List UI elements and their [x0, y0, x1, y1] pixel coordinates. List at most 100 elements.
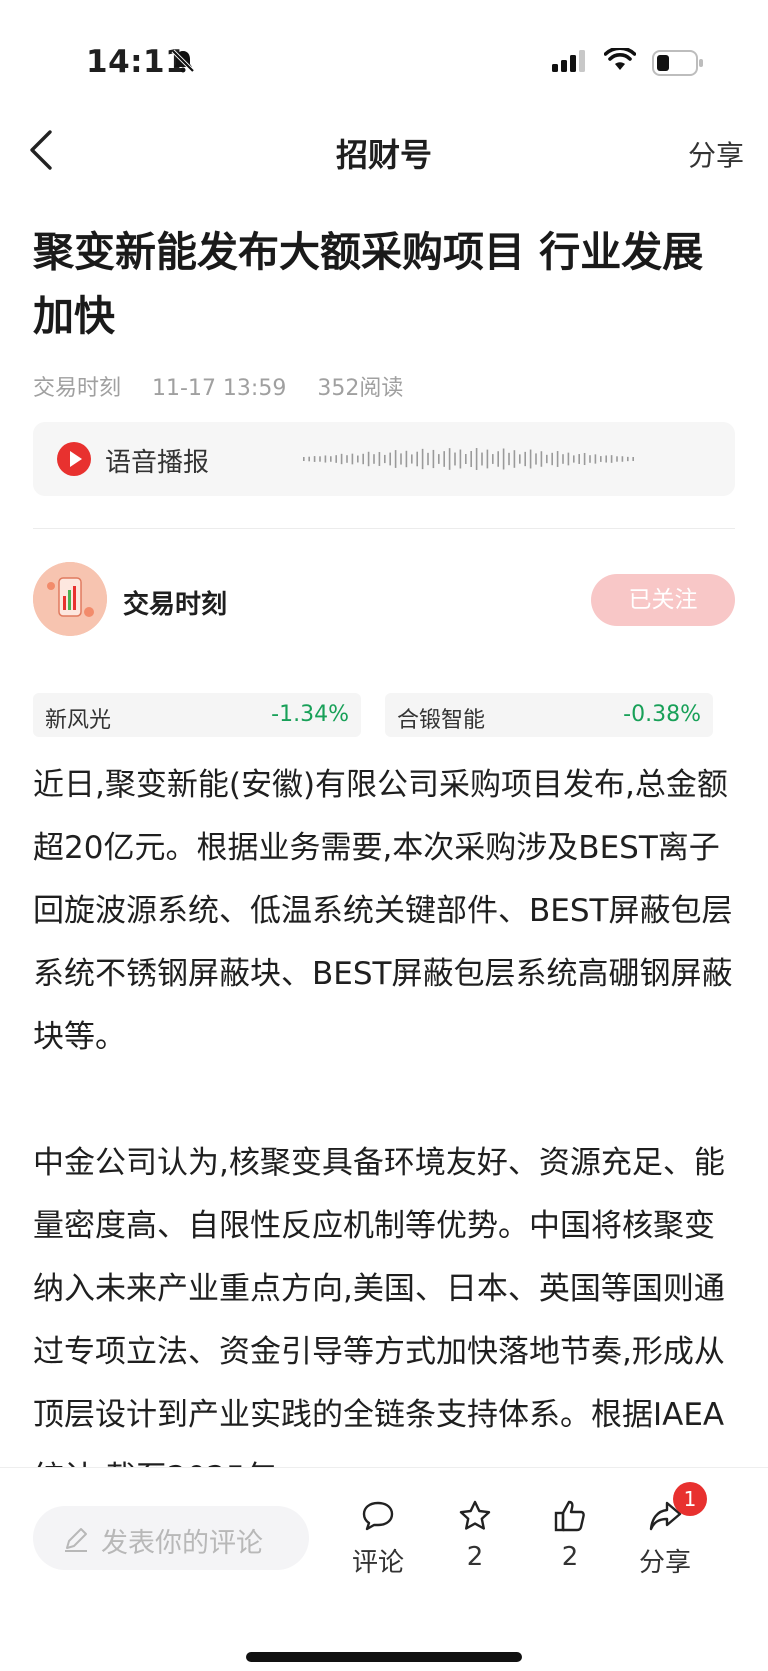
waveform-bar: [470, 451, 472, 467]
waveform-bar: [567, 452, 570, 466]
waveform-bar: [335, 455, 337, 463]
comment-bubble-icon: [362, 1501, 394, 1531]
waveform-bar: [421, 448, 424, 470]
divider: [33, 528, 735, 529]
article-datetime: 11-17 13:59: [152, 376, 287, 401]
article-title: 聚变新能发布大额采购项目 行业发展加快: [33, 228, 704, 340]
stock-change: -1.34%: [271, 702, 349, 727]
status-bar: 14:11: [0, 0, 768, 110]
signal-icon: [552, 50, 585, 72]
waveform-bar: [573, 455, 575, 463]
paragraph: 近日,聚变新能(安徽)有限公司采购项目发布,总金额超20亿元。根据业务需要,本次…: [33, 767, 733, 1055]
stock-tag[interactable]: 合锻智能 -0.38%: [385, 693, 713, 737]
waveform-bar: [594, 454, 597, 464]
waveform-bar: [513, 450, 516, 468]
waveform-bar: [357, 455, 359, 463]
paragraph: 中金公司认为,核聚变具备环境友好、资源充足、能量密度高、自限性反应机制等优势。中…: [33, 1145, 725, 1496]
waveform-bar: [443, 451, 445, 467]
waveform-bar: [308, 456, 310, 462]
waveform-bar: [546, 454, 548, 464]
waveform-bar: [394, 450, 397, 468]
share-link[interactable]: 分享: [688, 134, 744, 174]
waveform-bar: [319, 456, 321, 462]
waveform-bar: [411, 454, 413, 464]
thumbs-up-icon: [554, 1500, 585, 1532]
waveform-bar: [497, 451, 499, 467]
waveform-bar: [535, 453, 537, 465]
pencil-icon: [65, 1528, 87, 1552]
waveform-bar: [303, 457, 305, 461]
waveform-bar: [454, 452, 456, 466]
waveform-bar: [481, 452, 483, 466]
waveform-bar: [313, 456, 316, 462]
stock-name: 新风光: [45, 708, 112, 733]
favorite-count: 2: [466, 1542, 484, 1572]
waveform-bar: [610, 455, 613, 463]
waveform-bar: [465, 454, 467, 464]
waveform-bar: [438, 454, 440, 464]
favorite-button[interactable]: 2: [435, 1498, 515, 1572]
avatar[interactable]: [33, 562, 107, 636]
waveform-bar: [578, 454, 580, 464]
waveform-bar: [486, 449, 489, 469]
comment-button[interactable]: 评论: [338, 1498, 418, 1579]
author-name[interactable]: 交易时刻: [123, 584, 227, 621]
waveform-bar: [384, 454, 386, 464]
like-button[interactable]: 2: [530, 1498, 610, 1572]
waveform-bar: [400, 453, 402, 465]
author-row: 交易时刻 已关注: [33, 562, 735, 638]
bell-muted-icon: [171, 49, 195, 73]
waveform-bar: [502, 448, 505, 470]
waveform-bar: [373, 454, 375, 464]
waveform-bar: [362, 453, 364, 465]
waveform-bar: [378, 452, 381, 466]
waveform-bar: [551, 452, 553, 466]
page-title: 招财号: [335, 136, 432, 174]
waveform-bar: [459, 449, 462, 469]
voice-broadcast[interactable]: 语音播报: [33, 422, 735, 496]
waveform-bar: [600, 456, 602, 462]
waveform-bar: [389, 452, 391, 466]
wifi-icon: [604, 48, 636, 70]
waveform-bar: [589, 455, 591, 463]
waveform-bar: [416, 451, 418, 467]
waveform-bar: [351, 453, 354, 465]
article-source[interactable]: 交易时刻: [33, 376, 121, 401]
comment-input[interactable]: 发表你的评论: [33, 1506, 309, 1570]
waveform-bar: [405, 450, 408, 468]
comment-label: 评论: [351, 1548, 404, 1578]
waveform-bar: [583, 452, 586, 466]
home-indicator[interactable]: [246, 1652, 522, 1662]
play-icon[interactable]: [57, 442, 91, 476]
share-button[interactable]: 分享 1: [625, 1482, 707, 1579]
stock-name: 合锻智能: [397, 708, 486, 733]
waveform-bar: [524, 451, 526, 467]
stock-change: -0.38%: [623, 702, 701, 727]
share-badge: 1: [673, 1482, 707, 1516]
waveform-bar: [632, 457, 634, 461]
waveform-bar: [562, 454, 564, 464]
article-reads: 352阅读: [317, 376, 404, 401]
waveform-bar: [427, 452, 429, 466]
waveform-bar: [448, 448, 451, 470]
voice-label: 语音播报: [105, 448, 210, 478]
waveform-bar: [540, 451, 543, 467]
star-icon: [459, 1500, 491, 1530]
waveform-bar: [529, 449, 532, 469]
waveform-bar: [340, 453, 343, 465]
comment-placeholder: 发表你的评论: [101, 1528, 263, 1559]
waveform-bar: [519, 454, 521, 464]
waveform-bar: [492, 454, 494, 464]
waveform-bar: [475, 448, 478, 470]
waveform-bar: [346, 455, 348, 463]
nav-bar: 招财号 分享: [0, 110, 768, 194]
article-meta: 交易时刻 11-17 13:59 352阅读: [33, 370, 427, 402]
bottom-action-bar: 发表你的评论 评论 2 2 分享 1: [0, 1467, 768, 1671]
like-count: 2: [561, 1542, 579, 1572]
waveform-bar: [621, 456, 624, 462]
waveform-bar: [627, 456, 629, 462]
article-body: 近日,聚变新能(安徽)有限公司采购项目发布,总金额超20亿元。根据业务需要,本次…: [33, 754, 739, 1573]
avatar-illustration-icon: [33, 562, 107, 636]
follow-button[interactable]: 已关注: [591, 574, 735, 626]
stock-tag[interactable]: 新风光 -1.34%: [33, 693, 361, 737]
